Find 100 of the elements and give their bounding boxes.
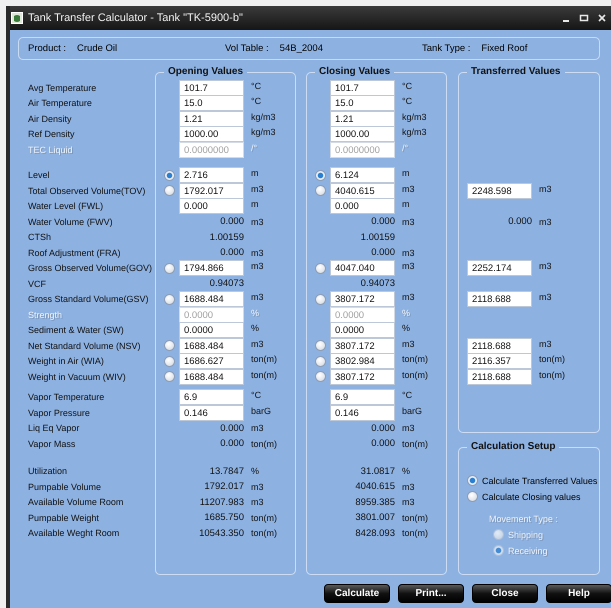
- input-field[interactable]: 15.0: [330, 95, 395, 112]
- input-field[interactable]: 2252.174: [467, 260, 532, 276]
- input-field[interactable]: 1.21: [330, 110, 395, 127]
- input-field[interactable]: 0.000: [330, 198, 395, 214]
- radio-button[interactable]: [315, 262, 326, 274]
- unit-text: m3: [539, 292, 552, 302]
- field-label: Air Temperature: [28, 98, 92, 108]
- radio-button[interactable]: [467, 475, 478, 486]
- input-field[interactable]: 3802.984: [330, 353, 395, 370]
- info-label: Tank Type :: [422, 43, 470, 54]
- value-text: 3801.007: [354, 512, 395, 524]
- input-field[interactable]: 2116.357: [467, 353, 532, 370]
- field-label: Total Observed Volume(TOV): [28, 186, 146, 196]
- value-text: 13.7847: [208, 466, 244, 477]
- unit-text: /°: [251, 142, 258, 153]
- input-field[interactable]: 3807.172: [330, 338, 395, 354]
- unit-text: °C: [402, 80, 412, 91]
- radio-button[interactable]: [164, 340, 175, 352]
- input-field[interactable]: 0.0000: [330, 322, 395, 338]
- field-label: Vapor Mass: [28, 438, 76, 449]
- close-icon[interactable]: [597, 13, 607, 23]
- unit-text: ton(m): [251, 354, 278, 364]
- input-field[interactable]: 2118.688: [467, 368, 532, 385]
- radio-button[interactable]: [315, 185, 326, 196]
- unit-text: m3: [402, 338, 415, 349]
- input-field[interactable]: 1688.484: [179, 338, 244, 354]
- input-field[interactable]: 15.0: [179, 95, 244, 112]
- option-label: Calculate Transferred Values: [482, 476, 598, 486]
- radio-button[interactable]: [315, 170, 326, 181]
- radio-button[interactable]: [315, 294, 326, 305]
- unit-text: °C: [402, 390, 412, 400]
- input-field[interactable]: 4040.615: [330, 182, 395, 199]
- dialog-button[interactable]: Close: [472, 584, 538, 603]
- radio-button[interactable]: [467, 491, 478, 502]
- input-field[interactable]: 2.716: [179, 167, 244, 184]
- unit-text: m3: [539, 216, 552, 227]
- input-field[interactable]: 101.7: [330, 80, 395, 96]
- unit-text: m3: [251, 261, 264, 272]
- field-label: Vapor Temperature: [28, 392, 104, 402]
- radio-button[interactable]: [164, 185, 175, 196]
- info-value: Crude Oil: [77, 43, 118, 54]
- value-text: 0.000: [370, 422, 395, 434]
- radio-button[interactable]: [164, 262, 175, 274]
- input-field[interactable]: 1688.484: [179, 368, 244, 385]
- value-text: 8959.385: [354, 496, 395, 508]
- radio-button[interactable]: [164, 371, 175, 382]
- unit-text: ton(m): [402, 512, 428, 523]
- radio-button[interactable]: [315, 356, 326, 367]
- unit-text: m3: [251, 497, 264, 508]
- input-field[interactable]: 2248.598: [467, 182, 532, 199]
- unit-text: m3: [402, 292, 415, 302]
- field-label: Strength: [28, 310, 62, 320]
- unit-text: m: [402, 168, 410, 178]
- unit-text: m3: [251, 482, 264, 492]
- input-field[interactable]: 6.9: [179, 389, 244, 406]
- unit-text: °C: [251, 390, 262, 400]
- input-field[interactable]: 3807.172: [330, 291, 395, 308]
- dialog-button[interactable]: Help: [546, 584, 611, 603]
- input-field[interactable]: 2118.688: [467, 291, 532, 308]
- unit-text: ton(m): [402, 354, 428, 364]
- value-text: 0.000: [219, 216, 244, 228]
- maximize-icon[interactable]: [579, 13, 589, 23]
- unit-text: /°: [402, 142, 408, 153]
- input-field[interactable]: 1000.00: [179, 126, 244, 142]
- input-field[interactable]: 1794.866: [179, 260, 244, 276]
- radio-button[interactable]: [315, 340, 326, 352]
- input-field[interactable]: 1686.627: [179, 353, 244, 370]
- unit-text: %: [251, 323, 260, 334]
- radio-button[interactable]: [164, 356, 175, 367]
- input-field[interactable]: 6.124: [330, 167, 395, 184]
- input-field[interactable]: 6.9: [330, 389, 395, 406]
- input-field[interactable]: 3807.172: [330, 368, 395, 385]
- input-field[interactable]: 2118.688: [467, 338, 532, 354]
- unit-text: barG: [402, 406, 422, 416]
- input-field[interactable]: 0.0000: [179, 322, 244, 338]
- info-value: Fixed Roof: [481, 43, 528, 54]
- input-field[interactable]: 1792.017: [179, 182, 244, 199]
- input-field[interactable]: 0.000: [179, 198, 244, 214]
- unit-text: ton(m): [402, 370, 428, 380]
- input-field[interactable]: 1.21: [179, 110, 244, 127]
- radio-button[interactable]: [164, 294, 175, 305]
- unit-text: °C: [251, 80, 262, 91]
- radio-button[interactable]: [315, 371, 326, 382]
- input-field[interactable]: 0.146: [330, 404, 395, 421]
- field-label: Air Density: [28, 114, 72, 124]
- option-label: Shipping: [508, 530, 544, 540]
- input-field[interactable]: 1688.484: [179, 291, 244, 308]
- input-field[interactable]: 1000.00: [330, 126, 395, 142]
- dialog-button[interactable]: Print...: [398, 584, 464, 603]
- input-field[interactable]: 0.146: [179, 404, 244, 421]
- unit-text: m3: [402, 184, 415, 194]
- input-field[interactable]: 101.7: [179, 80, 244, 96]
- dialog-button[interactable]: Calculate: [324, 584, 390, 603]
- value-text: 0.000: [370, 216, 395, 228]
- radio-button[interactable]: [164, 170, 175, 181]
- unit-text: °C: [251, 96, 262, 106]
- input-field[interactable]: 4047.040: [330, 260, 395, 276]
- unit-text: %: [402, 323, 410, 334]
- unit-text: %: [402, 308, 410, 318]
- unit-text: m3: [402, 497, 415, 508]
